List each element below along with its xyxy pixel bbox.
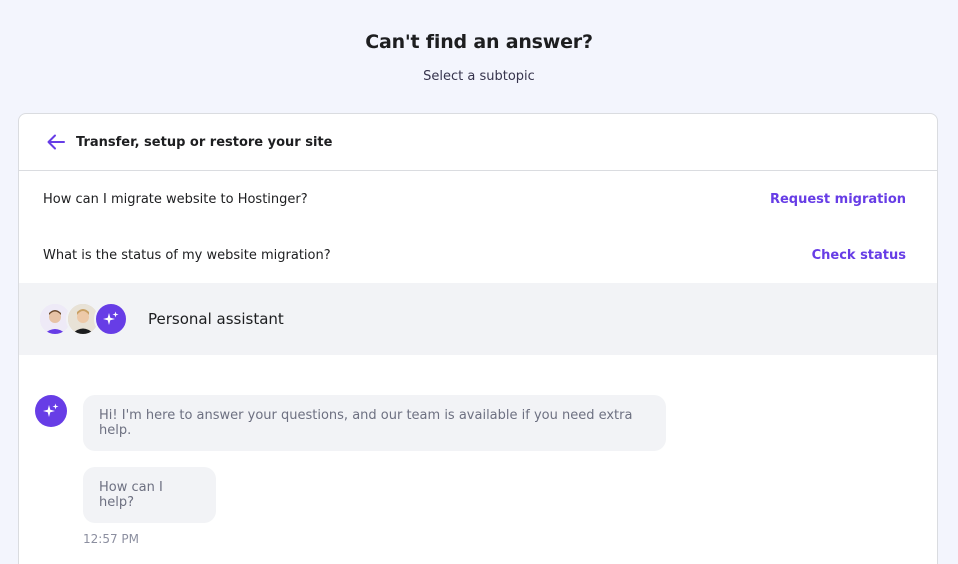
check-status-link[interactable]: Check status — [812, 248, 906, 263]
back-button[interactable] — [46, 132, 66, 152]
arrow-left-icon — [47, 134, 65, 150]
question-text: How can I migrate website to Hostinger? — [43, 191, 308, 207]
bot-avatar — [35, 395, 67, 427]
chat-message: Hi! I'm here to answer your questions, a… — [83, 395, 666, 451]
subtopic-title: Transfer, setup or restore your site — [76, 134, 333, 150]
avatar-group — [38, 302, 130, 336]
question-text: What is the status of my website migrati… — [43, 247, 331, 263]
chat-area: Hi! I'm here to answer your questions, a… — [19, 355, 937, 564]
avatar — [94, 302, 128, 336]
page-title: Can't find an answer? — [365, 31, 593, 53]
page-subtitle: Select a subtopic — [423, 69, 535, 84]
message-timestamp: 12:57 PM — [83, 532, 139, 546]
sparkles-icon — [103, 311, 119, 325]
assistant-name: Personal assistant — [148, 310, 284, 328]
subtopic-card: Transfer, setup or restore your site How… — [18, 113, 938, 564]
list-item: How can I migrate website to Hostinger? … — [19, 171, 937, 227]
chat-message: How can I help? — [83, 467, 216, 523]
list-item: What is the status of my website migrati… — [19, 227, 937, 283]
assistant-header[interactable]: Personal assistant — [19, 283, 937, 355]
sparkles-icon — [43, 403, 59, 417]
request-migration-link[interactable]: Request migration — [770, 192, 906, 207]
card-header: Transfer, setup or restore your site — [19, 114, 937, 171]
